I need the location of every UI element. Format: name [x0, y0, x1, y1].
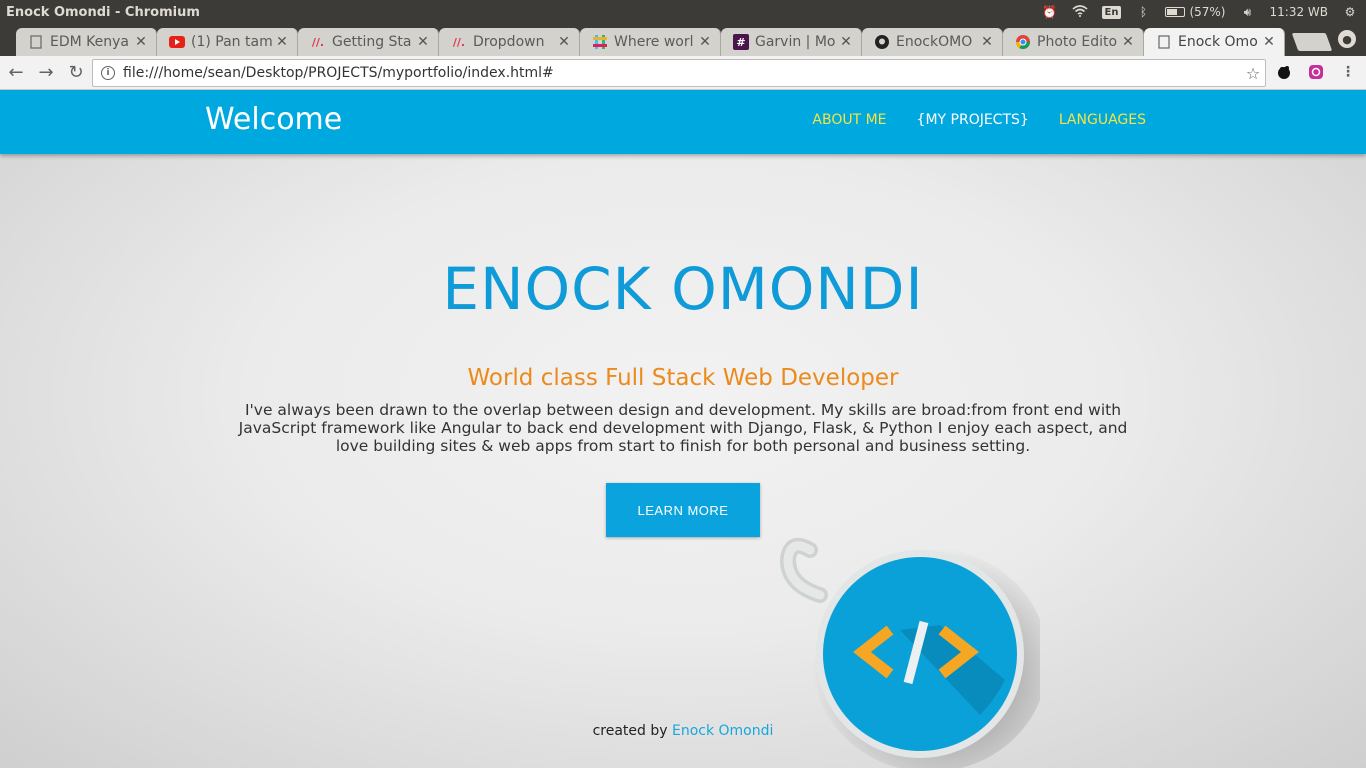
os-top-bar: Enock Omondi - Chromium ⏰ En ᛒ (57%) 🔊︎ …	[0, 0, 1366, 24]
close-icon[interactable]: ✕	[416, 34, 430, 50]
browser-tab[interactable]: EnockOMO ✕	[862, 28, 1003, 56]
slack-icon	[592, 34, 608, 50]
battery-percent: (57%)	[1189, 5, 1226, 19]
new-tab-button[interactable]	[1291, 33, 1333, 51]
system-tray: ⏰ En ᛒ (57%) 🔊︎ 11:32 WB ⚙	[1042, 5, 1366, 20]
tab-strip: EDM Kenya ✕ (1) Pan tam ✕ //. Getting St…	[0, 24, 1366, 56]
footer-credit: created by Enock Omondi	[0, 723, 1366, 739]
keyboard-language-indicator[interactable]: En	[1101, 5, 1122, 19]
tab-label: EDM Kenya	[50, 34, 129, 50]
window-title: Enock Omondi - Chromium	[6, 4, 200, 20]
hero-subtitle: World class Full Stack Web Developer	[467, 365, 899, 391]
tab-label: Enock Omo	[1178, 34, 1258, 50]
extension-icon[interactable]	[1274, 62, 1294, 82]
tab-label: EnockOMO	[896, 34, 973, 50]
back-arrow-icon[interactable]: ←	[2, 59, 30, 87]
settings-gear-icon[interactable]: ⚙	[1342, 5, 1358, 19]
close-icon[interactable]: ✕	[839, 34, 853, 50]
footer-author-link[interactable]: Enock Omondi	[672, 723, 773, 739]
volume-icon[interactable]: 🔊︎	[1240, 5, 1256, 20]
close-icon[interactable]: ✕	[698, 34, 712, 50]
browser-toolbar: ← → ↻ i file:///home/sean/Desktop/PROJEC…	[0, 56, 1366, 90]
page-icon	[1156, 34, 1172, 50]
invision-icon: //.	[311, 35, 325, 49]
battery-icon	[1165, 7, 1186, 17]
youtube-icon	[169, 34, 185, 50]
forward-arrow-icon[interactable]: →	[32, 59, 60, 87]
browser-tab-active[interactable]: Enock Omo ✕	[1144, 28, 1285, 56]
browser-tab[interactable]: //. Getting Sta ✕	[298, 28, 439, 56]
browser-tab[interactable]: Photo Edito ✕	[1003, 28, 1144, 56]
site-brand[interactable]: Welcome	[205, 102, 342, 137]
close-icon[interactable]: ✕	[557, 34, 571, 50]
nav-link-languages[interactable]: LANGUAGES	[1059, 112, 1146, 128]
nav-link-about[interactable]: ABOUT ME	[812, 112, 886, 128]
hero-name: ENOCK OMONDI	[442, 255, 924, 323]
alarm-clock-icon[interactable]: ⏰	[1042, 5, 1058, 19]
invision-icon: //.	[452, 35, 466, 49]
reload-icon[interactable]: ↻	[62, 59, 90, 87]
browser-tab[interactable]: # Garvin | Mo ✕	[721, 28, 862, 56]
wifi-icon[interactable]	[1071, 4, 1088, 20]
url-text[interactable]: file:///home/sean/Desktop/PROJECTS/mypor…	[123, 65, 1241, 81]
browser-tab[interactable]: //. Dropdown ✕	[439, 28, 580, 56]
tab-label: Dropdown	[473, 34, 545, 50]
site-nav-links: ABOUT ME {MY PROJECTS} LANGUAGES	[812, 112, 1146, 128]
github-icon	[874, 34, 890, 50]
info-icon[interactable]: i	[101, 66, 115, 80]
browser-tab[interactable]: EDM Kenya ✕	[16, 28, 157, 56]
page-icon	[28, 34, 44, 50]
tab-label: (1) Pan tam	[191, 34, 273, 50]
address-bar[interactable]: i file:///home/sean/Desktop/PROJECTS/myp…	[92, 59, 1266, 87]
bookmark-star-icon[interactable]: ☆	[1241, 64, 1265, 83]
nav-link-projects[interactable]: {MY PROJECTS}	[917, 112, 1029, 128]
close-icon[interactable]: ✕	[275, 34, 289, 50]
battery-indicator[interactable]: (57%)	[1165, 5, 1226, 19]
hash-icon: #	[733, 34, 749, 50]
extension-icon[interactable]	[1306, 62, 1326, 82]
browser-tab[interactable]: Where worl ✕	[580, 28, 721, 56]
browser-tab[interactable]: (1) Pan tam ✕	[157, 28, 298, 56]
chrome-icon	[1015, 34, 1031, 50]
learn-more-button[interactable]: LEARN MORE	[606, 483, 760, 537]
site-navbar: Welcome ABOUT ME {MY PROJECTS} LANGUAGES	[0, 90, 1366, 154]
close-icon[interactable]: ✕	[980, 34, 994, 50]
menu-kebab-icon[interactable]: ⋮	[1338, 62, 1358, 82]
clock[interactable]: 11:32 WB	[1270, 5, 1329, 19]
close-icon[interactable]: ✕	[1262, 34, 1276, 50]
tab-label: Photo Edito	[1037, 34, 1118, 50]
bluetooth-icon[interactable]: ᛒ	[1135, 5, 1151, 19]
close-icon[interactable]: ✕	[1121, 34, 1135, 50]
tab-label: Where worl	[614, 34, 694, 50]
tab-label: Getting Sta	[332, 34, 412, 50]
close-icon[interactable]: ✕	[134, 34, 148, 50]
profile-icon[interactable]: ●	[1338, 30, 1356, 48]
footer-prefix: created by	[592, 723, 672, 739]
web-page: Welcome ABOUT ME {MY PROJECTS} LANGUAGES…	[0, 90, 1366, 768]
hero-description: I've always been drawn to the overlap be…	[238, 401, 1128, 455]
tab-label: Garvin | Mo	[755, 34, 836, 50]
